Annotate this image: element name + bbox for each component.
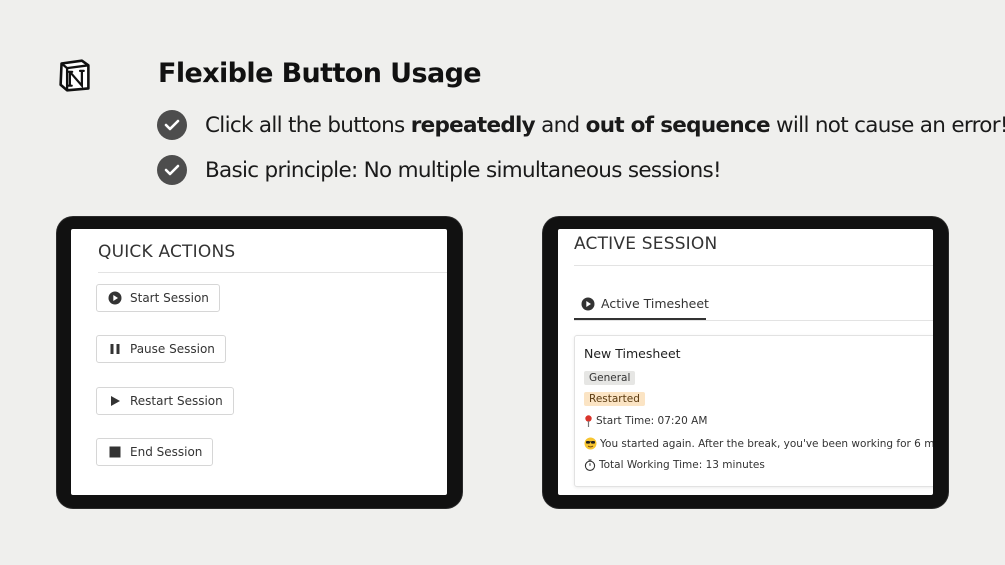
button-label: Restart Session xyxy=(130,394,223,408)
start-session-button[interactable]: Start Session xyxy=(96,284,220,312)
tag-restarted: Restarted xyxy=(584,392,645,406)
play-circle-icon xyxy=(108,291,122,305)
tag-general: General xyxy=(584,371,636,385)
check-circle-icon xyxy=(157,110,187,140)
active-session-heading: ACTIVE SESSION xyxy=(574,234,718,254)
pause-icon xyxy=(108,342,122,356)
button-label: Start Session xyxy=(130,291,209,305)
status-message-text: You started again. After the break, you'… xyxy=(600,437,933,450)
card-title: New Timesheet xyxy=(584,346,681,361)
button-label: End Session xyxy=(130,445,203,459)
stop-square-icon xyxy=(108,445,122,459)
play-triangle-icon xyxy=(108,394,122,408)
active-tab-indicator xyxy=(574,318,706,320)
stopwatch-icon xyxy=(584,459,596,471)
play-circle-icon xyxy=(581,297,595,311)
tab-divider xyxy=(574,320,933,321)
end-session-button[interactable]: End Session xyxy=(96,438,214,466)
check-circle-icon xyxy=(157,155,187,185)
tablet-active-session: ACTIVE SESSION Active Timesheet New Time… xyxy=(543,217,948,508)
total-time-property: Total Working Time: 13 minutes xyxy=(584,459,765,471)
notion-logo-icon xyxy=(59,59,90,92)
quick-actions-screen: QUICK ACTIONS Start Session Pause Sessio… xyxy=(71,229,447,495)
divider xyxy=(98,272,447,273)
tab-active-timesheet[interactable]: Active Timesheet xyxy=(581,296,709,311)
status-message-property: You started again. After the break, you'… xyxy=(584,437,933,450)
bullet-text: Click all the buttons repeatedly and out… xyxy=(205,112,1005,138)
pause-session-button[interactable]: Pause Session xyxy=(96,335,226,363)
tablet-quick-actions: QUICK ACTIONS Start Session Pause Sessio… xyxy=(57,217,462,508)
pushpin-icon xyxy=(584,415,593,427)
start-time-text: Start Time: 07:20 AM xyxy=(596,415,708,427)
sunglasses-face-icon xyxy=(584,437,597,450)
total-time-text: Total Working Time: 13 minutes xyxy=(599,459,765,471)
page-title: Flexible Button Usage xyxy=(158,58,482,89)
timesheet-card[interactable]: New Timesheet General Restarted Start Ti… xyxy=(574,335,933,487)
divider xyxy=(574,265,933,266)
bullet-item: Basic principle: No multiple simultaneou… xyxy=(157,155,722,185)
button-label: Pause Session xyxy=(130,342,215,356)
restart-session-button[interactable]: Restart Session xyxy=(96,387,234,415)
active-session-screen: ACTIVE SESSION Active Timesheet New Time… xyxy=(558,229,933,495)
start-time-property: Start Time: 07:20 AM xyxy=(584,415,707,427)
tab-label: Active Timesheet xyxy=(601,296,709,311)
bullet-item: Click all the buttons repeatedly and out… xyxy=(157,110,1005,140)
quick-actions-heading: QUICK ACTIONS xyxy=(98,242,236,262)
bullet-text: Basic principle: No multiple simultaneou… xyxy=(205,157,722,183)
